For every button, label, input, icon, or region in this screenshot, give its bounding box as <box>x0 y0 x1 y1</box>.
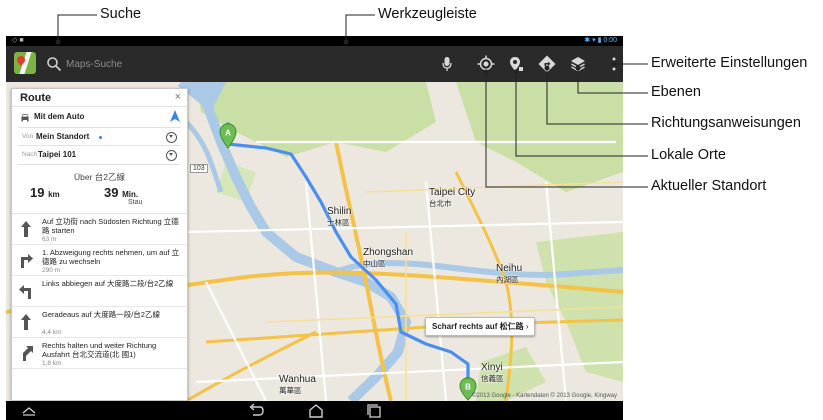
map-label-zhongshan: Zhongshan 中山區 <box>363 247 414 268</box>
marker-b-label: B <box>465 383 471 392</box>
route-panel-title: Route <box>20 92 52 104</box>
collapse-icon[interactable] <box>20 403 38 418</box>
arrow-up-icon <box>21 314 31 330</box>
turn-left-icon <box>19 285 31 299</box>
turn-instruction-text: Scharf rechts auf 松仁路 <box>432 322 524 331</box>
callout-local-places: Lokale Orte <box>651 147 726 163</box>
map-label-wanhua: Wanhua 萬華區 <box>279 374 316 395</box>
back-icon[interactable] <box>247 403 265 418</box>
direction-step-text: 1. Abzweigung rechts nehmen, um auf 立德路 … <box>42 248 180 266</box>
close-icon[interactable]: × <box>175 92 181 103</box>
current-location-button[interactable] <box>475 53 497 75</box>
map-label-taipei-city: Taipei City 台北市 <box>429 187 476 208</box>
route-panel-header: Route × <box>12 89 187 107</box>
map-label-xinyi: Xinyi 信義區 <box>481 362 504 383</box>
search-input[interactable] <box>66 56 316 72</box>
status-bar: ◇ ■ ✱ ▾ ▮ 0:00 <box>6 36 623 46</box>
map-label-neihu: Neihu 內湖區 <box>496 263 523 284</box>
directions-button[interactable] <box>536 53 558 75</box>
callout-layers: Ebenen <box>651 84 701 100</box>
direction-step[interactable]: Links abbiegen auf 大度路二段/台2乙線 <box>12 276 187 307</box>
direction-steps: Auf 立功街 nach Südosten Richtung 立德路 start… <box>12 213 187 369</box>
tablet-screen: ◇ ■ ✱ ▾ ▮ 0:00 Maps-Suche A B 103 Shilin… <box>6 36 623 420</box>
from-field[interactable]: Von Mein Standort <box>18 127 181 146</box>
direction-step-distance: 1,8 km <box>42 360 62 367</box>
location-dot-icon <box>98 135 103 140</box>
callout-directions: Richtungsanweisungen <box>651 115 801 131</box>
from-options-icon[interactable] <box>166 132 177 143</box>
road-shield-103: 103 <box>190 164 208 173</box>
turn-instruction-bubble[interactable]: Scharf rechts auf 松仁路 › <box>425 317 536 336</box>
my-location-icon <box>477 55 495 73</box>
overflow-menu-icon <box>612 57 616 71</box>
direction-step[interactable]: Geradeaus auf 大度路一段/台2乙線 4,4 km <box>12 307 187 338</box>
status-bar-left: ◇ ■ <box>12 37 24 44</box>
from-label: Von <box>22 133 34 140</box>
advanced-settings-button[interactable] <box>603 53 623 75</box>
to-label: Nach <box>22 151 38 158</box>
direction-step-distance: 63 m <box>42 236 57 243</box>
direction-step-text: Links abbiegen auf 大度路二段/台2乙線 <box>42 279 174 288</box>
microphone-button[interactable] <box>436 53 458 75</box>
direction-step[interactable]: 1. Abzweigung rechts nehmen, um auf 立德路 … <box>12 245 187 276</box>
map-label-shilin: Shilin 士林區 <box>327 206 352 227</box>
layers-icon <box>571 57 585 72</box>
chevron-right-icon: › <box>525 322 529 331</box>
turn-right-icon <box>21 254 33 268</box>
callout-search: Suche <box>100 6 142 22</box>
arrow-up-icon <box>21 221 31 237</box>
layers-button[interactable] <box>567 53 589 75</box>
callout-advanced-settings: Erweiterte Einstellungen <box>651 55 808 71</box>
direction-step-distance: 290 m <box>42 267 61 274</box>
home-icon[interactable] <box>307 403 325 418</box>
car-icon <box>21 114 29 122</box>
map-copyright: ©2013 Google - Kartendaten © 2013 Google… <box>472 393 617 399</box>
status-bar-right: ✱ ▾ ▮ 0:00 <box>584 37 617 44</box>
to-options-icon[interactable] <box>166 150 177 161</box>
route-traffic-note: Stau <box>128 199 143 206</box>
to-field[interactable]: Nach Taipei 101 <box>18 146 181 165</box>
route-stats: 19 km 39 Min. Stau <box>12 183 187 213</box>
toolbar <box>6 46 623 82</box>
route-duration: 39 Min. Stau <box>104 185 143 206</box>
direction-step[interactable]: Rechts halten und weiter Richtung Ausfah… <box>12 338 187 369</box>
direction-step-text: Geradeaus auf 大度路一段/台2乙線 <box>42 310 160 319</box>
marker-a-label: A <box>225 129 231 138</box>
system-nav-bar <box>6 401 623 420</box>
recent-apps-icon[interactable] <box>365 403 383 418</box>
local-places-button[interactable] <box>505 53 527 75</box>
maps-app-icon[interactable] <box>14 52 36 74</box>
route-panel: Route × Mit dem Auto Von Mein Standort N… <box>11 88 188 401</box>
travel-mode-row[interactable]: Mit dem Auto <box>12 107 187 127</box>
search-icon[interactable] <box>46 56 62 72</box>
callout-toolbar: Werkzeugleiste <box>378 6 477 22</box>
directions-icon <box>538 55 556 73</box>
direction-step-distance: 4,4 km <box>42 329 62 336</box>
microphone-icon <box>442 57 452 71</box>
to-value: Taipei 101 <box>38 150 77 159</box>
local-places-icon <box>510 57 523 71</box>
route-distance: 19 km <box>30 185 60 200</box>
from-value: Mein Standort <box>36 132 90 141</box>
direction-step-text: Auf 立功街 nach Südosten Richtung 立德路 start… <box>42 217 179 235</box>
callout-current-location: Aktueller Standort <box>651 178 767 194</box>
direction-step[interactable]: Auf 立功街 nach Südosten Richtung 立德路 start… <box>12 214 187 245</box>
direction-step-text: Rechts halten und weiter Richtung Ausfah… <box>42 341 157 359</box>
route-start-marker[interactable]: A <box>218 123 238 149</box>
route-via: Über 台2乙線 <box>73 172 125 182</box>
travel-mode-label: Mit dem Auto <box>34 112 85 121</box>
keep-right-icon <box>23 346 33 361</box>
navigation-arrow-icon[interactable] <box>169 109 181 123</box>
